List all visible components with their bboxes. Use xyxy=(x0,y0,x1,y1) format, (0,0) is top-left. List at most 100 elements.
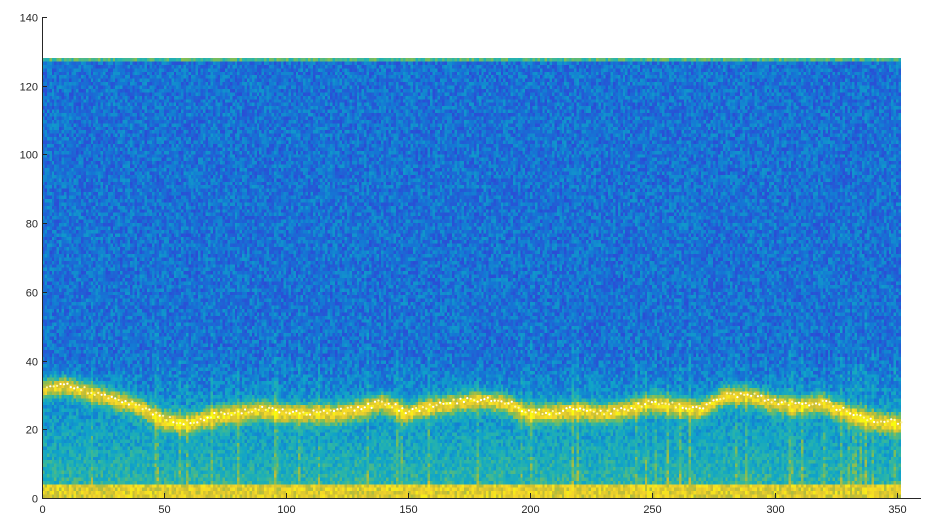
ridge-point xyxy=(808,404,811,407)
ridge-point xyxy=(192,421,195,424)
ridge-point xyxy=(203,419,206,422)
ridge-point xyxy=(418,409,421,413)
ridge-point xyxy=(124,400,127,403)
ridge-point xyxy=(332,409,336,413)
ridge-point xyxy=(685,407,688,410)
ridge-point xyxy=(285,411,288,414)
ridge-point xyxy=(661,402,664,405)
ridge-point xyxy=(353,409,356,412)
ridge-point xyxy=(801,402,804,405)
ridge-point xyxy=(162,414,165,417)
ridge-point xyxy=(637,402,640,405)
ridge-point xyxy=(890,418,893,421)
ridge-point xyxy=(83,386,86,389)
ridge-point xyxy=(223,412,226,416)
ridge-point xyxy=(257,408,260,411)
ridge-point xyxy=(244,408,247,411)
ridge-point xyxy=(216,415,219,419)
ridge-point xyxy=(842,406,845,409)
ridge-point xyxy=(780,401,783,404)
ridge-point xyxy=(107,397,110,400)
ridge-point xyxy=(654,400,657,403)
ridge-point xyxy=(852,413,855,417)
x-tick-label: 250 xyxy=(643,504,661,516)
ridge-point xyxy=(691,406,695,409)
ridge-point xyxy=(110,395,113,398)
ridge-point xyxy=(442,402,445,405)
ridge-point xyxy=(541,412,544,416)
ridge-point xyxy=(811,403,814,406)
ridge-point xyxy=(435,404,438,407)
ridge-point xyxy=(862,416,866,419)
ridge-point xyxy=(100,393,103,396)
ridge-point xyxy=(859,414,862,417)
ridge-point xyxy=(268,406,271,409)
ridge-point xyxy=(613,407,616,410)
ridge-point xyxy=(76,386,79,389)
ridge-point xyxy=(855,413,859,416)
ridge-point xyxy=(893,418,896,421)
ridge-point xyxy=(373,400,377,403)
ridge-point xyxy=(326,412,329,415)
ridge-point xyxy=(172,421,175,424)
ridge-point xyxy=(726,392,729,395)
ridge-point xyxy=(428,403,431,406)
ridge-point xyxy=(288,412,291,415)
ridge-point xyxy=(432,405,435,408)
ridge-point xyxy=(421,406,424,409)
ridge-point xyxy=(298,412,301,415)
ridge-point xyxy=(305,413,308,416)
ridge-point xyxy=(175,422,178,425)
ridge-point xyxy=(616,409,619,412)
ridge-point xyxy=(531,410,534,413)
y-tick-label: 60 xyxy=(26,288,38,300)
ridge-point xyxy=(329,409,332,412)
y-tick-label: 140 xyxy=(20,13,38,25)
ridge-point xyxy=(391,406,394,409)
ridge-point xyxy=(849,412,852,415)
ridge-point xyxy=(620,407,623,410)
ridge-point xyxy=(633,407,636,411)
ridge-point xyxy=(671,401,674,404)
ridge-point xyxy=(309,413,312,416)
ridge-point xyxy=(380,400,383,403)
ridge-point xyxy=(271,407,274,410)
ridge-point xyxy=(695,405,698,408)
ridge-point xyxy=(93,393,96,396)
ridge-point xyxy=(777,403,780,406)
ridge-point xyxy=(155,411,158,414)
ridge-point xyxy=(49,385,52,388)
ridge-point xyxy=(456,402,459,405)
x-tick-label: 0 xyxy=(39,504,45,516)
ridge-point xyxy=(384,403,387,406)
ridge-point xyxy=(524,411,527,414)
ridge-point xyxy=(247,411,250,414)
ridge-point xyxy=(62,383,66,386)
ridge-point xyxy=(664,402,667,405)
ridge-point xyxy=(585,409,589,412)
ridge-point xyxy=(404,412,407,415)
ridge-point xyxy=(179,422,182,425)
ridge-point xyxy=(702,407,705,410)
ridge-point xyxy=(158,414,161,417)
ridge-point xyxy=(66,382,69,385)
ridge-point xyxy=(199,417,202,421)
ridge-point xyxy=(722,397,725,400)
ridge-point xyxy=(127,403,130,406)
ridge-point xyxy=(103,393,107,396)
ridge-point xyxy=(114,397,117,400)
ridge-point xyxy=(168,416,171,419)
ridge-point xyxy=(377,399,380,402)
ridge-point xyxy=(568,406,572,409)
ridge-point xyxy=(343,412,346,415)
ridge-point xyxy=(763,399,766,402)
ridge-point xyxy=(134,403,137,406)
ridge-point xyxy=(538,408,541,411)
ridge-point xyxy=(138,403,141,406)
ridge-point xyxy=(250,410,254,413)
ridge-point xyxy=(209,416,213,419)
ridge-point xyxy=(797,401,801,404)
ridge-point xyxy=(237,410,240,413)
ridge-point xyxy=(873,420,876,424)
ridge-point xyxy=(589,408,592,412)
